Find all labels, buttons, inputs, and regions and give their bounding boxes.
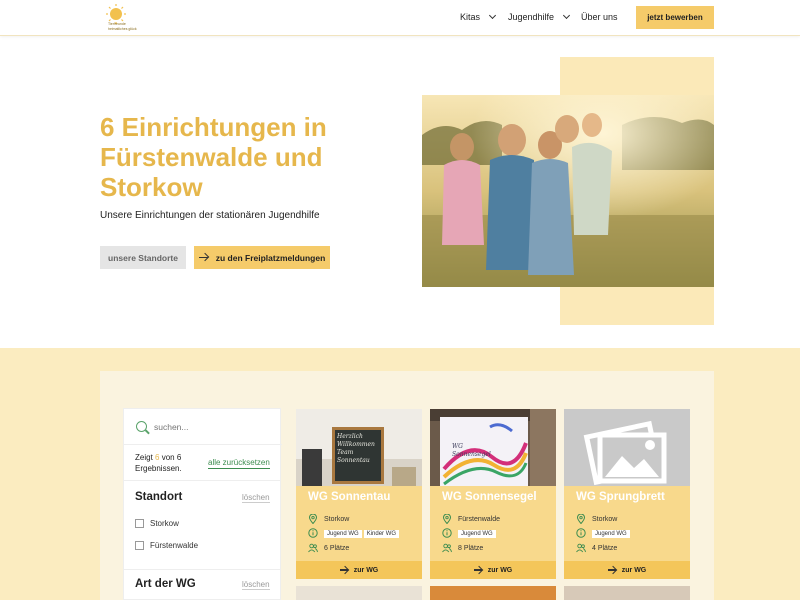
- nav-item-kitas[interactable]: Kitas: [460, 11, 497, 22]
- to-wg-button[interactable]: zur WG: [430, 561, 556, 579]
- arrow-right-icon: [339, 569, 348, 571]
- vacancies-button-label: zu den Freiplatzmeldungen: [215, 252, 326, 263]
- search-input[interactable]: [154, 420, 274, 434]
- card-tags: Jugend WG Kinder WG: [308, 528, 401, 538]
- search-icon: [136, 421, 147, 432]
- chalkboard-text: Herzlich Willkommen Team Sonnentau: [337, 433, 375, 464]
- facility-card-image-partial: [296, 586, 422, 600]
- card-places: 8 Plätze: [442, 543, 483, 553]
- locations-button[interactable]: unsere Standorte: [100, 246, 186, 269]
- arrow-right-icon: [198, 256, 208, 259]
- info-icon: [308, 528, 318, 538]
- facility-card[interactable]: Herzlich Willkommen Team Sonnentau WG So…: [296, 409, 422, 579]
- card-tags: Jugend WG: [576, 528, 632, 538]
- arrow-right-icon: [473, 569, 482, 571]
- logo-caption-2: heimatliches glück: [108, 27, 137, 31]
- canvas-text: WG Sonnensegel: [452, 443, 491, 458]
- people-icon: [576, 543, 586, 553]
- nav-item-ueber-uns[interactable]: Über uns: [581, 12, 618, 22]
- to-wg-label: zur WG: [621, 566, 647, 574]
- card-location: Fürstenwalde: [442, 514, 500, 524]
- divider: [124, 480, 280, 481]
- clear-standort-link[interactable]: löschen: [242, 493, 270, 503]
- filter-heading-standort: Standort: [135, 491, 183, 503]
- search-row: [124, 409, 282, 445]
- card-tags: Jugend WG: [442, 528, 498, 538]
- card-title: WG Sonnensegel: [442, 491, 537, 503]
- to-wg-label: zur WG: [487, 566, 513, 574]
- logo[interactable]: Tierfreunde heimatliches glück: [100, 3, 142, 33]
- result-count-text: Zeigt 6 von 6 Ergebnissen.: [135, 452, 197, 474]
- info-icon: [442, 528, 452, 538]
- divider: [124, 569, 280, 570]
- hero-photo: [422, 95, 714, 287]
- site-header: Tierfreunde heimatliches glück Kitas Jug…: [0, 0, 800, 36]
- page-title: 6 Einrichtungen in Fürstenwalde und Stor…: [100, 112, 327, 202]
- apply-button[interactable]: jetzt bewerben: [636, 6, 714, 29]
- location-pin-icon: [442, 514, 452, 524]
- info-icon: [576, 528, 586, 538]
- clear-art-der-wg-link[interactable]: löschen: [242, 580, 270, 590]
- facility-card[interactable]: WG Sonnensegel WG Sonnensegel Fürstenwal…: [430, 409, 556, 579]
- card-image: [564, 409, 690, 486]
- card-places-label: 8 Plätze: [458, 544, 484, 552]
- checkbox[interactable]: [135, 519, 144, 528]
- card-location: Storkow: [308, 514, 349, 524]
- chevron-down-icon: [563, 11, 571, 20]
- to-wg-button[interactable]: zur WG: [296, 561, 422, 579]
- card-title: WG Sonnentau: [308, 491, 391, 503]
- filter-heading-art-der-wg: Art der WG: [135, 578, 196, 590]
- facility-card-image-partial: [564, 586, 690, 600]
- to-wg-label: zur WG: [353, 566, 379, 574]
- filter-option-storkow[interactable]: Storkow: [135, 519, 179, 528]
- checkbox[interactable]: [135, 541, 144, 550]
- filter-panel: [123, 408, 282, 600]
- filter-option-label: Storkow: [150, 519, 179, 528]
- card-places-label: 4 Plätze: [592, 544, 618, 552]
- card-location-label: Fürstenwalde: [458, 515, 501, 523]
- filter-option-label: Fürstenwalde: [150, 541, 199, 550]
- nav-item-jugendhilfe[interactable]: Jugendhilfe: [508, 11, 571, 22]
- to-wg-button[interactable]: zur WG: [564, 561, 690, 579]
- facility-card[interactable]: WG Sprungbrett Storkow Jugend WG 4 Plätz…: [564, 409, 690, 579]
- nav-label: Jugendhilfe: [508, 12, 555, 22]
- card-location: Storkow: [576, 514, 617, 524]
- tag: Jugend WG: [324, 529, 362, 538]
- arrow-right-icon: [607, 569, 616, 571]
- page-subtitle: Unsere Einrichtungen der stationären Jug…: [100, 210, 320, 221]
- vacancies-button[interactable]: zu den Freiplatzmeldungen: [194, 246, 330, 269]
- people-icon: [308, 543, 318, 553]
- card-places: 4 Plätze: [576, 543, 617, 553]
- result-prefix: Zeigt: [135, 453, 156, 462]
- facility-card-image-partial: [430, 586, 556, 600]
- reset-all-link[interactable]: alle zurücksetzen: [208, 458, 270, 469]
- tag: Jugend WG: [458, 529, 496, 538]
- chevron-down-icon: [488, 11, 497, 20]
- card-places-label: 6 Plätze: [324, 544, 350, 552]
- card-location-label: Storkow: [324, 515, 350, 523]
- tag: Jugend WG: [592, 529, 630, 538]
- card-places: 6 Plätze: [308, 543, 349, 553]
- location-pin-icon: [576, 514, 586, 524]
- card-image: WG Sonnensegel: [430, 409, 556, 486]
- people-icon: [442, 543, 452, 553]
- card-location-label: Storkow: [592, 515, 618, 523]
- filter-option-fuerstenwalde[interactable]: Fürstenwalde: [135, 541, 198, 550]
- tag: Kinder WG: [363, 529, 400, 538]
- location-pin-icon: [308, 514, 318, 524]
- card-title: WG Sprungbrett: [576, 491, 665, 503]
- logo-caption: Tierfreunde: [108, 22, 126, 26]
- card-image: Herzlich Willkommen Team Sonnentau: [296, 409, 422, 486]
- nav-label: Über uns: [581, 12, 618, 22]
- nav-label: Kitas: [460, 12, 481, 22]
